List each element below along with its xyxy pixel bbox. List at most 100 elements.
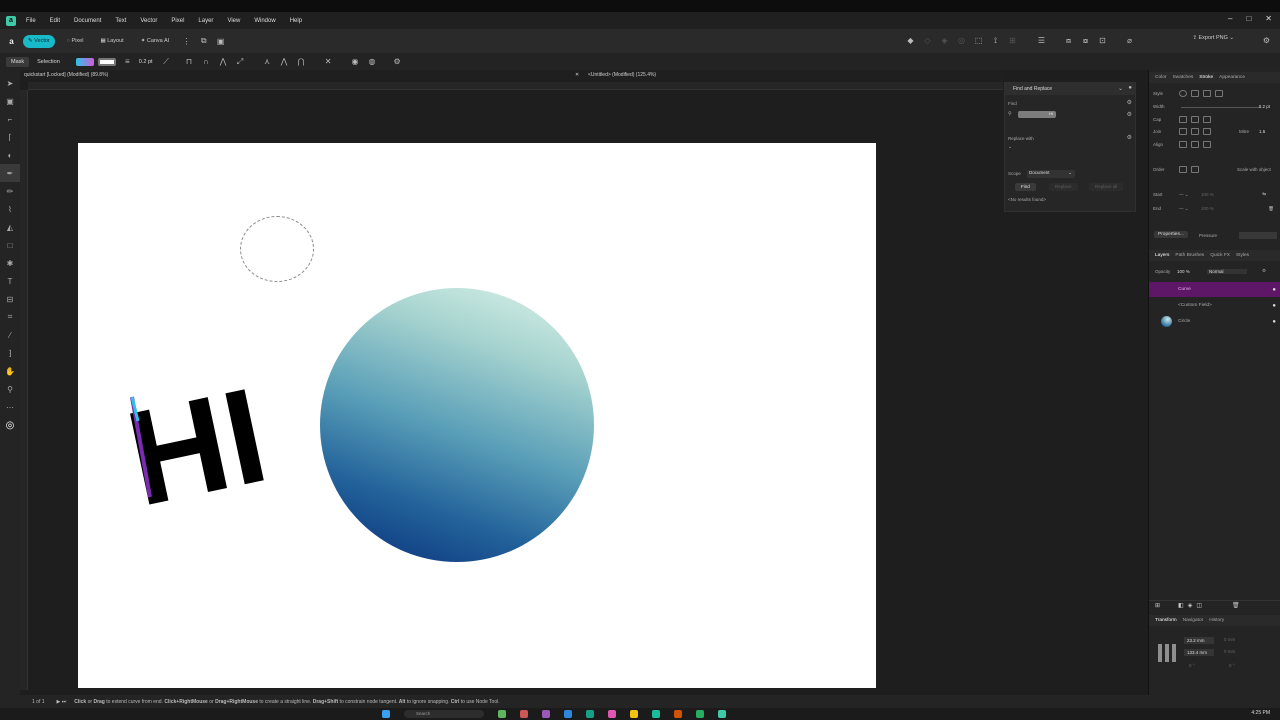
scale-with-object-label[interactable]: Scale with object <box>1237 167 1271 172</box>
maximize-icon[interactable]: □ <box>1246 14 1251 23</box>
menu-window[interactable]: Window <box>254 18 275 24</box>
persona-layout[interactable]: ▦ Layout <box>95 35 128 48</box>
order-front-icon[interactable] <box>1191 166 1199 173</box>
node-sharp-icon[interactable]: ⊓ <box>184 56 195 67</box>
geometry-icon[interactable]: ⊞ <box>1007 35 1018 46</box>
width-value[interactable]: 0.2 pt <box>1259 104 1270 109</box>
menu-layer[interactable]: Layer <box>198 18 213 24</box>
menu-vector[interactable]: Vector <box>140 18 157 24</box>
blend-mode-select[interactable]: Normal <box>1207 269 1247 274</box>
node-smart-icon[interactable]: ⋀ <box>218 56 229 67</box>
taskbar-clock[interactable]: 4:25 PM <box>1251 710 1270 716</box>
menu-text[interactable]: Text <box>115 18 126 24</box>
windows-start-icon[interactable] <box>382 710 390 718</box>
mask-icon[interactable]: ⧇ <box>1080 35 1091 46</box>
find-menu-gear-icon[interactable]: ⚙ <box>1127 111 1132 118</box>
persona-pixel[interactable]: ◌ Pixel <box>62 35 89 48</box>
move-tool-icon[interactable]: ➤ <box>0 74 20 92</box>
shape-tool-icon[interactable]: ✱ <box>0 254 20 272</box>
mitre-value[interactable]: 1.5 <box>1259 129 1265 134</box>
cap-round-icon[interactable] <box>1191 116 1199 123</box>
crop-tool-icon[interactable]: ⌗ <box>0 308 20 326</box>
reverse-curve-icon[interactable]: ⋂ <box>296 56 307 67</box>
taskbar-app-icon[interactable] <box>696 710 704 718</box>
start-scale-value[interactable]: 100 % <box>1201 192 1214 197</box>
width-slider[interactable] <box>1181 107 1261 108</box>
tab-navigator[interactable]: Navigator <box>1183 618 1204 623</box>
taskbar-app-icon[interactable] <box>630 710 638 718</box>
pressure-curve[interactable] <box>1239 232 1277 239</box>
layer-adjust-icon[interactable]: ◧ <box>1178 602 1184 609</box>
selection-button[interactable]: Selection <box>32 57 65 67</box>
layer-item-circle[interactable]: Circle ● <box>1149 314 1280 329</box>
page-indicator[interactable]: 1 of 1 <box>32 699 45 705</box>
layer-delete-icon[interactable]: 🗑 <box>1232 602 1240 609</box>
taskbar-app-icon[interactable] <box>498 710 506 718</box>
layer-fx-icon[interactable]: ◈ <box>1188 602 1193 609</box>
transform-icon[interactable]: ◎ <box>956 35 967 46</box>
x-position-field[interactable]: 23.2 mm <box>1184 637 1214 644</box>
tab-layers[interactable]: Layers <box>1155 253 1169 258</box>
mask-button[interactable]: Mask <box>6 56 30 67</box>
opacity-value[interactable]: 100 % <box>1177 269 1190 274</box>
stroke-style-icon[interactable]: ⟋ <box>161 56 172 67</box>
close-tab-icon[interactable]: ✕ <box>575 72 579 78</box>
visibility-eye-icon[interactable]: ● <box>1272 319 1276 325</box>
settings-icon[interactable]: ⚙ <box>1263 36 1270 45</box>
grid-icon[interactable]: ▣ <box>215 36 226 47</box>
menu-help[interactable]: Help <box>290 18 302 24</box>
snap-target-icon[interactable]: ◉ <box>350 56 361 67</box>
y-position-field[interactable]: 133.4 mm <box>1184 649 1214 656</box>
break-curve-icon[interactable]: ⋏ <box>262 56 273 67</box>
more-tools-icon[interactable]: ⋯ <box>0 398 20 416</box>
tab-color[interactable]: Color <box>1155 75 1166 80</box>
cap-square-icon[interactable] <box>1203 116 1211 123</box>
zoom-tool-icon[interactable]: ⚲ <box>0 380 20 398</box>
height-field[interactable]: 0 mm <box>1224 649 1235 654</box>
close-panel-icon[interactable]: ● <box>1128 85 1132 91</box>
page-nav-icon[interactable]: ▶ ⏭ <box>57 699 67 705</box>
end-scale-value[interactable]: 100 % <box>1201 206 1214 211</box>
scope-select[interactable]: Document ⌄ <box>1027 170 1075 178</box>
shear-field[interactable]: 0 ° <box>1229 663 1235 668</box>
boolean-icon[interactable]: ⬚ <box>973 35 984 46</box>
tab-history[interactable]: History <box>1209 618 1224 623</box>
menu-file[interactable]: File <box>26 18 36 24</box>
join-bevel-icon[interactable] <box>1203 128 1211 135</box>
eyedropper-icon[interactable]: ⁄ <box>0 326 20 344</box>
style-brush-icon[interactable] <box>1215 90 1223 97</box>
replace-button[interactable]: Replace <box>1049 183 1078 191</box>
node-smooth-icon[interactable]: ∩ <box>201 56 212 67</box>
tab-transform[interactable]: Transform <box>1155 618 1177 623</box>
taskbar-app-icon[interactable] <box>674 710 682 718</box>
align-inside-icon[interactable] <box>1179 141 1187 148</box>
anchor-grid-icon[interactable] <box>1158 644 1176 662</box>
knife-tool-icon[interactable]: ⁆ <box>0 344 20 362</box>
vector-brush-icon[interactable]: ⌇ <box>0 200 20 218</box>
align-icon[interactable]: ◈ <box>939 35 950 46</box>
taskbar-app-icon[interactable] <box>542 710 550 718</box>
lines-icon[interactable]: ≡ <box>122 56 133 67</box>
order-behind-icon[interactable] <box>1179 166 1187 173</box>
join-curve-icon[interactable]: ⋀ <box>279 56 290 67</box>
start-arrow-select[interactable]: — ⌄ <box>1179 192 1189 198</box>
menu-document[interactable]: Document <box>74 18 101 24</box>
crop-icon[interactable]: ⊡ <box>1097 35 1108 46</box>
find-options-gear-icon[interactable]: ⚙ <box>1127 99 1132 106</box>
gradient-circle[interactable] <box>320 288 594 562</box>
layer-mask-icon[interactable]: ◫ <box>1196 602 1202 609</box>
tab-path-brushes[interactable]: Path Brushes <box>1175 253 1204 258</box>
taskbar-app-icon[interactable] <box>608 710 616 718</box>
copy-icon[interactable]: ⧉ <box>198 36 209 47</box>
tab-quick-fx[interactable]: Quick FX <box>1210 253 1230 258</box>
group-icon[interactable]: ⧈ <box>1063 35 1074 46</box>
align-center-icon[interactable] <box>1191 141 1199 148</box>
vertical-ruler[interactable] <box>20 90 28 690</box>
snap-icon[interactable]: ◇ <box>922 35 933 46</box>
contour-icon[interactable]: ⟟ <box>990 35 1001 46</box>
end-arrow-select[interactable]: — ⌄ <box>1179 206 1189 212</box>
join-miter-icon[interactable] <box>1179 128 1187 135</box>
menu-edit[interactable]: Edit <box>50 18 60 24</box>
text-tool-icon[interactable]: T <box>0 272 20 290</box>
node-tool-icon[interactable]: ⌐ <box>0 110 20 128</box>
